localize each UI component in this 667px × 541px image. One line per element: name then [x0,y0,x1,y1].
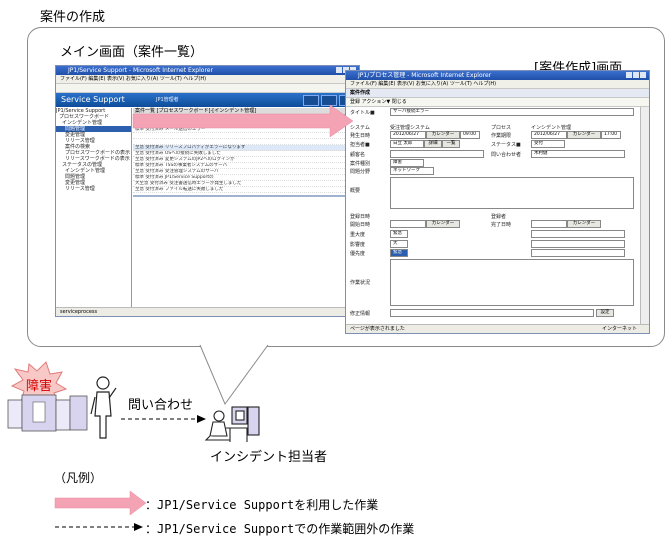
legend-title: （凡例） [54,471,103,485]
legend-item-out-of-scope: ：JP1/Service Supportでの作業範囲外の作業 [145,522,415,536]
inquiry-arrowhead [197,415,206,423]
diagram-graphics [7,104,354,531]
bubble-tail [200,345,268,404]
incident-staff-label: インシデント担当者 [210,450,328,465]
legend-item-service-support: ：JP1/Service Supportを利用した作業 [145,498,379,512]
user-person-icon [90,376,117,439]
server-machines-icon [7,394,88,432]
failure-label: 障害 [26,379,53,394]
inquiry-label: 問い合わせ [128,398,194,413]
incident-staff-icon [204,406,260,442]
legend-pink-arrow [54,490,147,516]
legend-dashed-arrowhead [134,523,143,531]
pink-process-arrow [132,104,354,138]
